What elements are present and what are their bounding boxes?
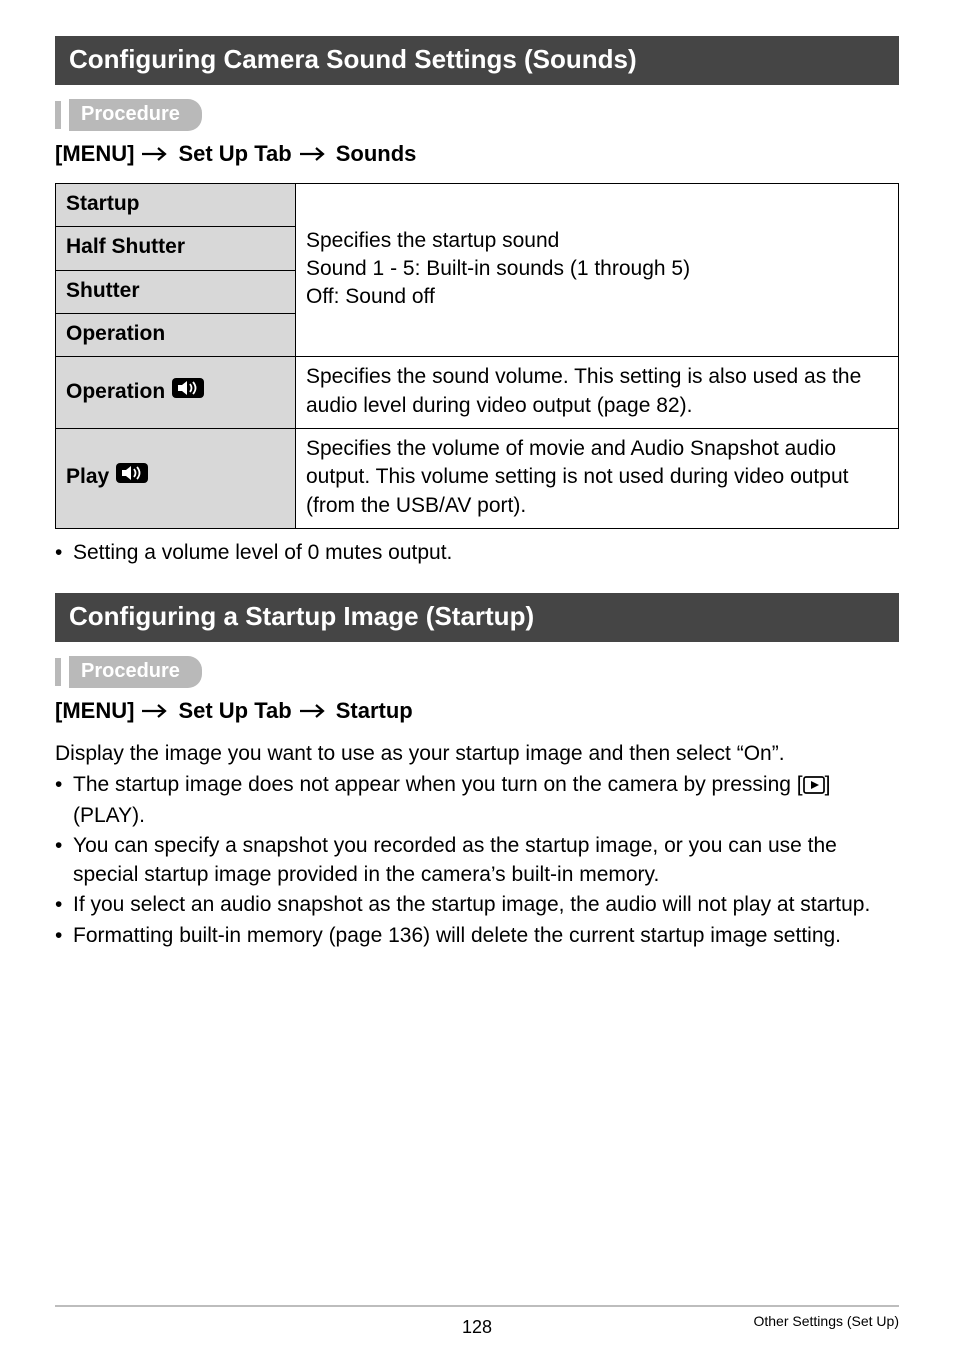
table-row: Play Specifies the volume of movie and A… bbox=[56, 429, 899, 529]
procedure-tag-row: Procedure bbox=[55, 656, 899, 688]
table-row: Startup Specifies the startup sound Soun… bbox=[56, 184, 899, 227]
menu-path-startup: [MENU] Set Up Tab Startup bbox=[55, 698, 899, 724]
menu-path-part: Set Up Tab bbox=[178, 698, 291, 724]
table-header-half-shutter: Half Shutter bbox=[56, 227, 296, 270]
procedure-accent-bar bbox=[55, 101, 61, 129]
bullet-text: You can specify a snapshot you recorded … bbox=[73, 832, 899, 889]
menu-path-part: Sounds bbox=[336, 141, 417, 167]
menu-path-part: Startup bbox=[336, 698, 413, 724]
bullet-text: If you select an audio snapshot as the s… bbox=[73, 891, 870, 919]
intro-text: Display the image you want to use as you… bbox=[55, 740, 899, 768]
bullet-dot: • bbox=[55, 891, 73, 919]
menu-path-part: Set Up Tab bbox=[178, 141, 291, 167]
procedure-tag: Procedure bbox=[69, 99, 202, 131]
footer-section-label: Other Settings (Set Up) bbox=[753, 1313, 899, 1329]
page-footer: 128 Other Settings (Set Up) bbox=[55, 1305, 899, 1329]
table-header-startup: Startup bbox=[56, 184, 296, 227]
sounds-settings-table: Startup Specifies the startup sound Soun… bbox=[55, 183, 899, 529]
desc-line: Off: Sound off bbox=[306, 283, 888, 311]
notes-list: • Setting a volume level of 0 mutes outp… bbox=[55, 539, 899, 567]
table-header-operation-volume: Operation bbox=[56, 357, 296, 429]
list-item: • You can specify a snapshot you recorde… bbox=[55, 832, 899, 889]
menu-path-part: [MENU] bbox=[55, 698, 134, 724]
table-cell-play-volume-desc: Specifies the volume of movie and Audio … bbox=[296, 429, 899, 529]
desc-line: Specifies the startup sound bbox=[306, 227, 888, 255]
table-cell-group1-desc: Specifies the startup sound Sound 1 - 5:… bbox=[296, 184, 899, 357]
menu-path-part: [MENU] bbox=[55, 141, 134, 167]
section-heading-sounds: Configuring Camera Sound Settings (Sound… bbox=[55, 36, 899, 85]
text-pre: The startup image does not appear when y… bbox=[73, 773, 803, 796]
desc-line: Sound 1 - 5: Built-in sounds (1 through … bbox=[306, 255, 888, 283]
bullet-dot: • bbox=[55, 922, 73, 950]
table-header-operation: Operation bbox=[56, 314, 296, 357]
table-header-shutter: Shutter bbox=[56, 270, 296, 313]
volume-icon bbox=[171, 377, 205, 407]
bullet-text: The startup image does not appear when y… bbox=[73, 771, 899, 831]
section-heading-startup: Configuring a Startup Image (Startup) bbox=[55, 593, 899, 642]
table-header-play-volume: Play bbox=[56, 429, 296, 529]
arrow-right-icon bbox=[142, 141, 170, 167]
procedure-accent-bar bbox=[55, 658, 61, 686]
procedure-tag: Procedure bbox=[69, 656, 202, 688]
list-item: • Setting a volume level of 0 mutes outp… bbox=[55, 539, 899, 567]
bullet-dot: • bbox=[55, 771, 73, 831]
bullet-dot: • bbox=[55, 539, 73, 567]
volume-icon bbox=[115, 462, 149, 492]
bullet-text: Formatting built-in memory (page 136) wi… bbox=[73, 922, 841, 950]
list-item: • The startup image does not appear when… bbox=[55, 771, 899, 831]
list-item: • If you select an audio snapshot as the… bbox=[55, 891, 899, 919]
list-item: • Formatting built-in memory (page 136) … bbox=[55, 922, 899, 950]
bullet-dot: • bbox=[55, 832, 73, 889]
label-text: Play bbox=[66, 463, 109, 491]
arrow-right-icon bbox=[142, 698, 170, 724]
procedure-tag-row: Procedure bbox=[55, 99, 899, 131]
play-button-icon bbox=[803, 774, 825, 802]
table-row: Operation Specifies the sound volume. Th… bbox=[56, 357, 899, 429]
page-content: Configuring Camera Sound Settings (Sound… bbox=[0, 0, 954, 950]
menu-path-sounds: [MENU] Set Up Tab Sounds bbox=[55, 141, 899, 167]
note-text: Setting a volume level of 0 mutes output… bbox=[73, 539, 452, 567]
body-bullet-list: • The startup image does not appear when… bbox=[55, 771, 899, 950]
table-cell-operation-volume-desc: Specifies the sound volume. This setting… bbox=[296, 357, 899, 429]
arrow-right-icon bbox=[300, 698, 328, 724]
label-text: Operation bbox=[66, 378, 165, 406]
arrow-right-icon bbox=[300, 141, 328, 167]
